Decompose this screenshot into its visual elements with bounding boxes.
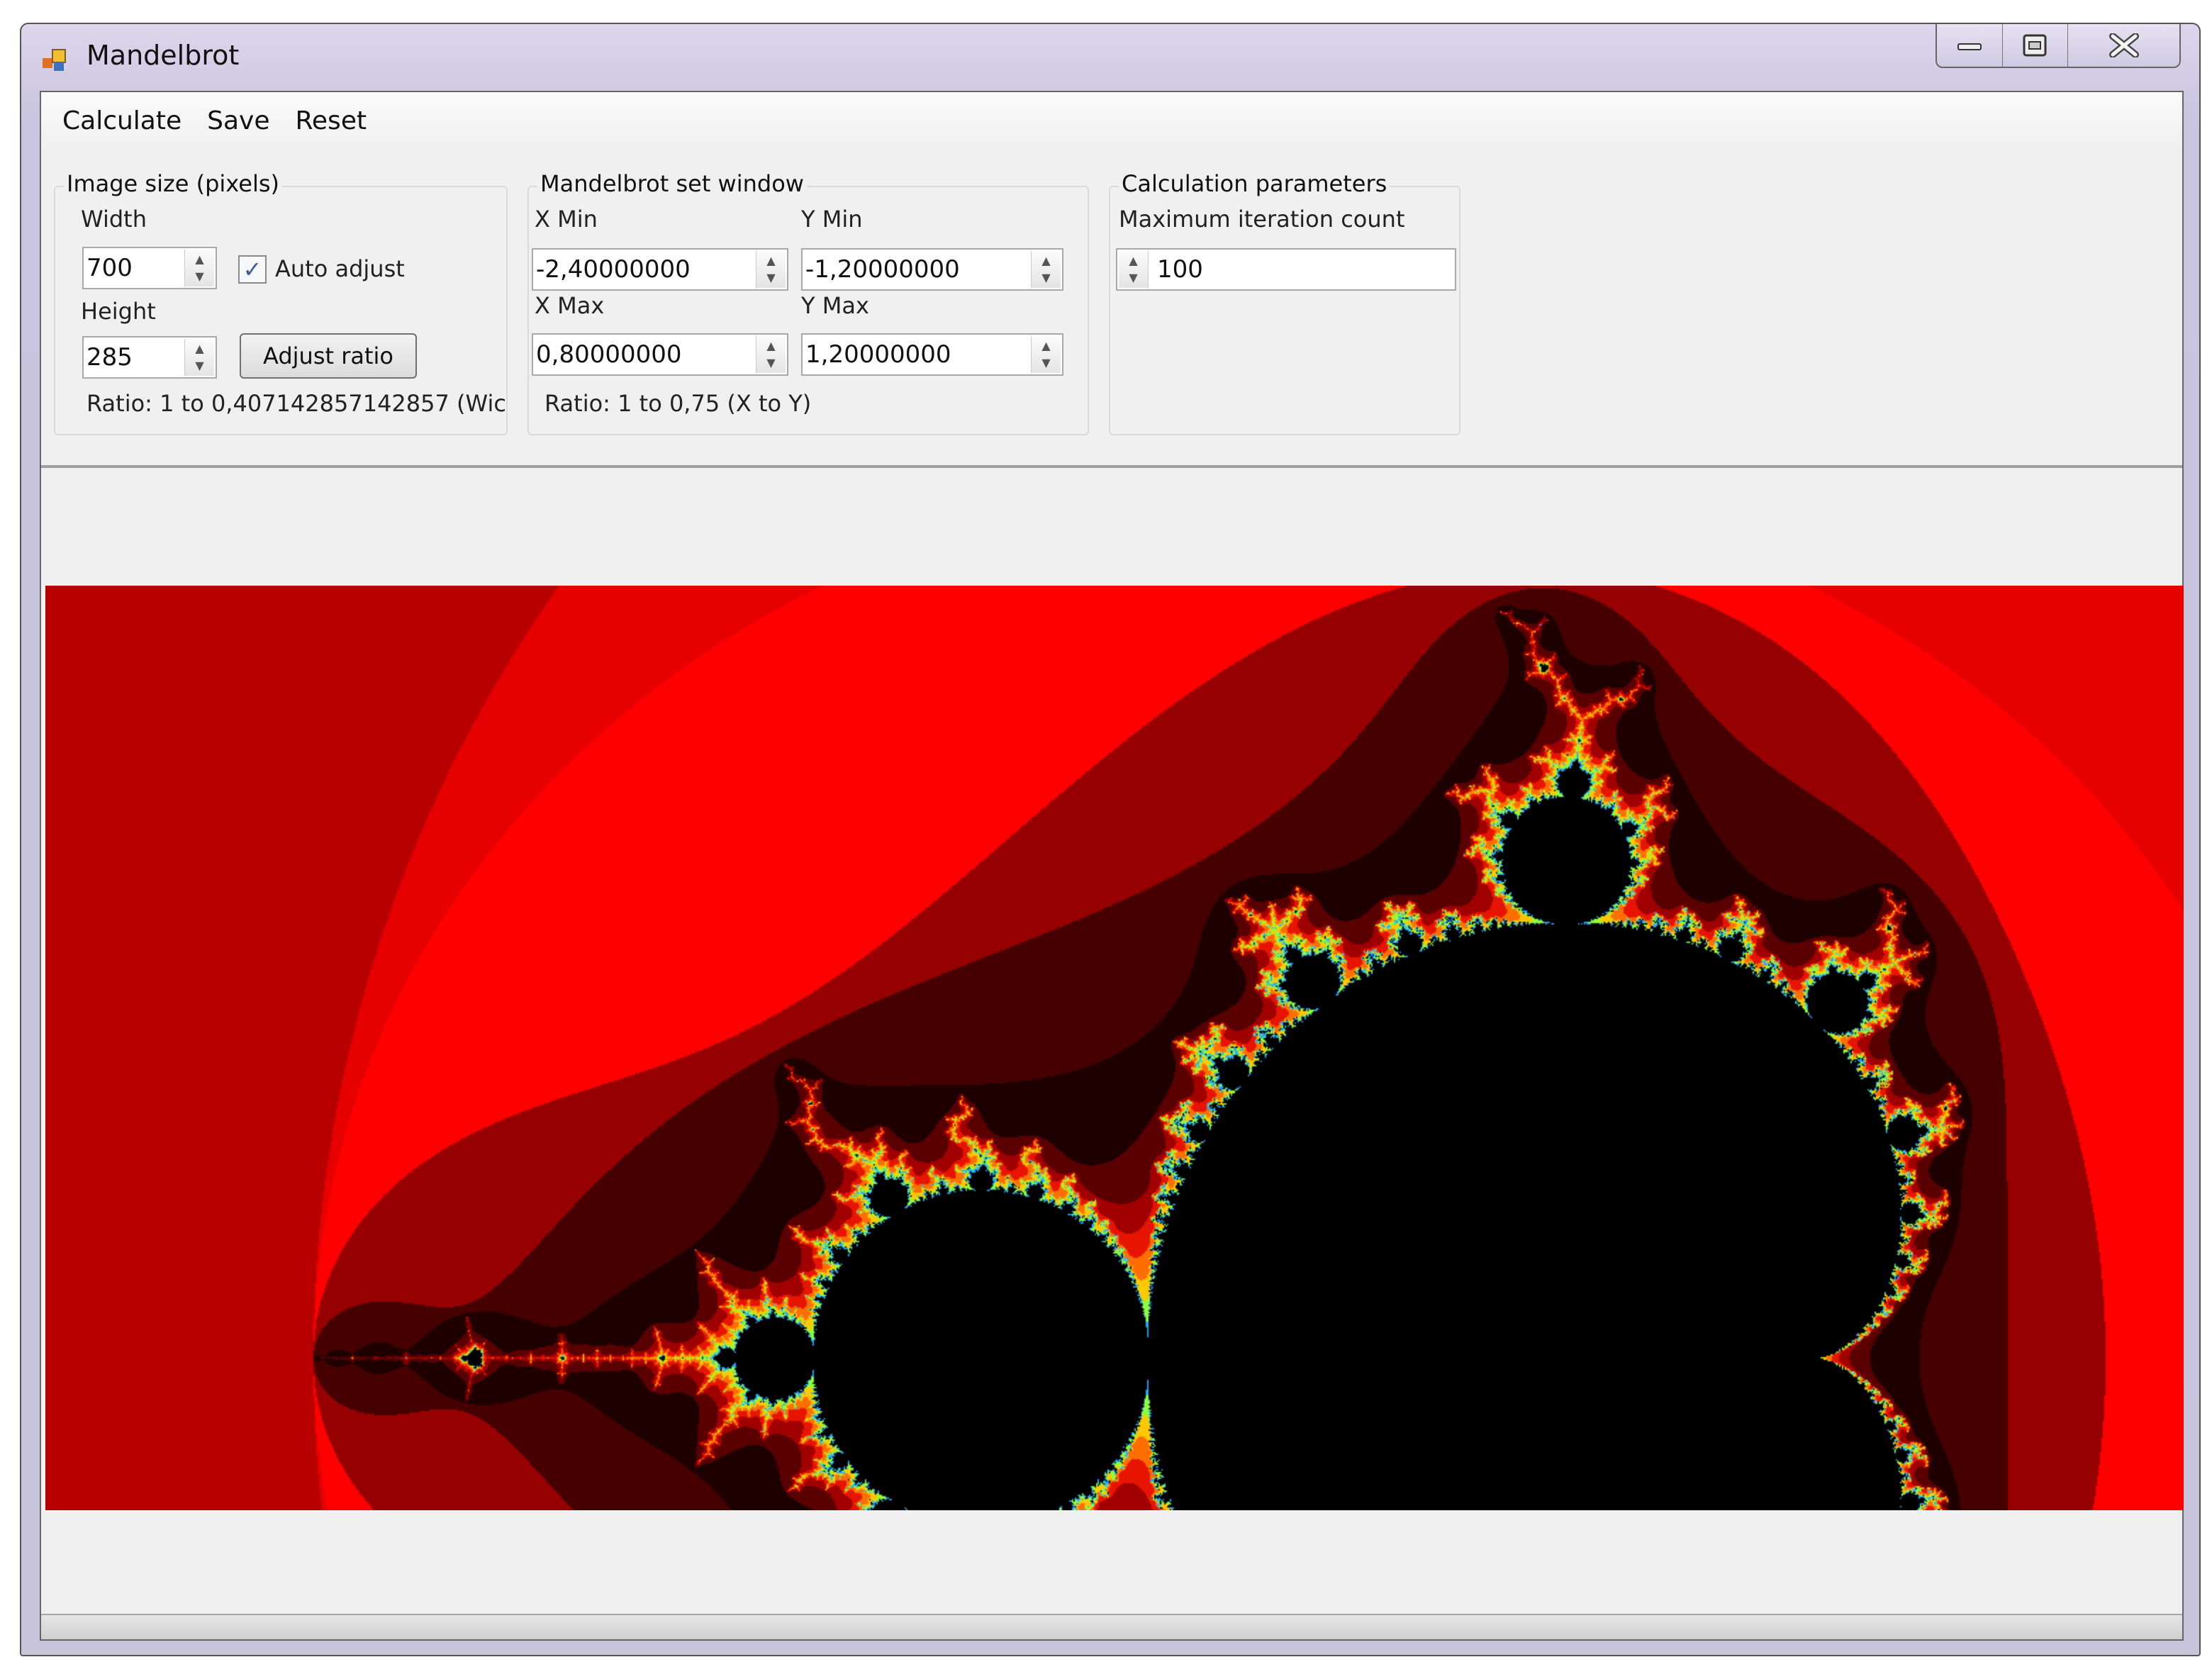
height-spinner[interactable]: ▲ ▼ xyxy=(184,339,214,376)
spin-up-icon: ▲ xyxy=(766,339,776,352)
spin-up-icon: ▲ xyxy=(1041,254,1051,267)
height-value: 285 xyxy=(86,343,133,372)
spin-down-icon: ▼ xyxy=(1129,271,1138,284)
maximize-icon xyxy=(2023,34,2046,57)
xmin-value: -2,40000000 xyxy=(536,255,691,284)
xmin-label: X Min xyxy=(535,206,598,233)
auto-adjust-checkbox[interactable]: ✓ xyxy=(238,255,267,284)
ymax-value: 1,20000000 xyxy=(805,340,951,369)
image-size-group: Image size (pixels) Width 700 ▲ ▼ ✓ Auto … xyxy=(54,170,508,435)
auto-adjust-label: Auto adjust xyxy=(275,255,405,282)
ymin-input[interactable]: -1,20000000 ▲ ▼ xyxy=(801,248,1063,291)
fractal-image xyxy=(45,586,2184,1510)
close-icon xyxy=(2108,33,2139,57)
xmin-spinner[interactable]: ▲ ▼ xyxy=(756,251,786,288)
width-label: Width xyxy=(81,206,147,233)
spin-down-icon: ▼ xyxy=(1041,356,1051,369)
spin-down-icon: ▼ xyxy=(195,359,204,372)
xmax-spinner[interactable]: ▲ ▼ xyxy=(756,336,786,373)
ymax-label: Y Max xyxy=(801,292,869,319)
adjust-ratio-button[interactable]: Adjust ratio xyxy=(240,333,417,379)
width-spinner[interactable]: ▲ ▼ xyxy=(184,250,214,286)
group-title: Calculation parameters xyxy=(1119,170,1390,197)
xmax-label: X Max xyxy=(535,292,605,319)
menu-calculate[interactable]: Calculate xyxy=(50,106,194,135)
app-icon xyxy=(43,49,66,71)
client-area: Calculate Save Reset Image size (pixels)… xyxy=(40,91,2184,1641)
ymin-value: -1,20000000 xyxy=(805,255,960,284)
caption-buttons xyxy=(1936,24,2181,68)
minimize-icon xyxy=(1957,43,1982,50)
spin-down-icon: ▼ xyxy=(1041,271,1051,284)
spin-down-icon: ▼ xyxy=(766,356,776,369)
height-label: Height xyxy=(81,298,156,325)
close-button[interactable] xyxy=(2067,24,2179,67)
ymax-spinner[interactable]: ▲ ▼ xyxy=(1031,336,1061,373)
xmax-input[interactable]: 0,80000000 ▲ ▼ xyxy=(532,333,788,376)
ymin-spinner[interactable]: ▲ ▼ xyxy=(1031,251,1061,288)
spin-up-icon: ▲ xyxy=(1041,339,1051,352)
calc-params-group: Calculation parameters Maximum iteration… xyxy=(1109,170,1460,435)
spin-down-icon: ▼ xyxy=(195,269,204,283)
mandelbrot-render xyxy=(45,586,2184,1510)
mandelbrot-window: Mandelbrot Calculate Save Reset Image si… xyxy=(20,23,2201,1656)
xmax-value: 0,80000000 xyxy=(536,340,682,369)
window-title: Mandelbrot xyxy=(86,40,240,71)
spin-down-icon: ▼ xyxy=(766,271,776,284)
ymin-label: Y Min xyxy=(801,206,863,233)
width-input[interactable]: 700 ▲ ▼ xyxy=(82,247,217,289)
title-bar[interactable]: Mandelbrot xyxy=(21,24,2199,91)
max-iteration-input[interactable]: ▲ ▼ 100 xyxy=(1116,248,1456,291)
spin-up-icon: ▲ xyxy=(766,254,776,267)
max-iteration-label: Maximum iteration count xyxy=(1119,206,1405,233)
checkmark-icon: ✓ xyxy=(242,256,262,283)
maximize-button[interactable] xyxy=(2002,24,2067,67)
splitter[interactable] xyxy=(41,465,2182,468)
spin-up-icon: ▲ xyxy=(195,252,204,266)
set-ratio-text: Ratio: 1 to 0,75 (X to Y) xyxy=(544,390,812,417)
max-iteration-spinner[interactable]: ▲ ▼ xyxy=(1119,251,1149,288)
menu-save[interactable]: Save xyxy=(194,106,282,135)
xmin-input[interactable]: -2,40000000 ▲ ▼ xyxy=(532,248,788,291)
menu-bar: Calculate Save Reset xyxy=(41,92,2182,149)
set-window-group: Mandelbrot set window X Min Y Min -2,400… xyxy=(527,170,1089,435)
height-input[interactable]: 285 ▲ ▼ xyxy=(82,336,217,379)
horizontal-scrollbar[interactable] xyxy=(41,1614,2182,1639)
spin-up-icon: ▲ xyxy=(1129,254,1138,267)
ymax-input[interactable]: 1,20000000 ▲ ▼ xyxy=(801,333,1063,376)
max-iteration-value: 100 xyxy=(1157,255,1203,284)
image-ratio-text: Ratio: 1 to 0,407142857142857 (Wic xyxy=(86,390,505,417)
group-title: Image size (pixels) xyxy=(64,170,282,197)
menu-reset[interactable]: Reset xyxy=(283,106,380,135)
group-title: Mandelbrot set window xyxy=(537,170,807,197)
spin-up-icon: ▲ xyxy=(195,342,204,355)
width-value: 700 xyxy=(86,254,133,282)
minimize-button[interactable] xyxy=(1937,24,2002,67)
